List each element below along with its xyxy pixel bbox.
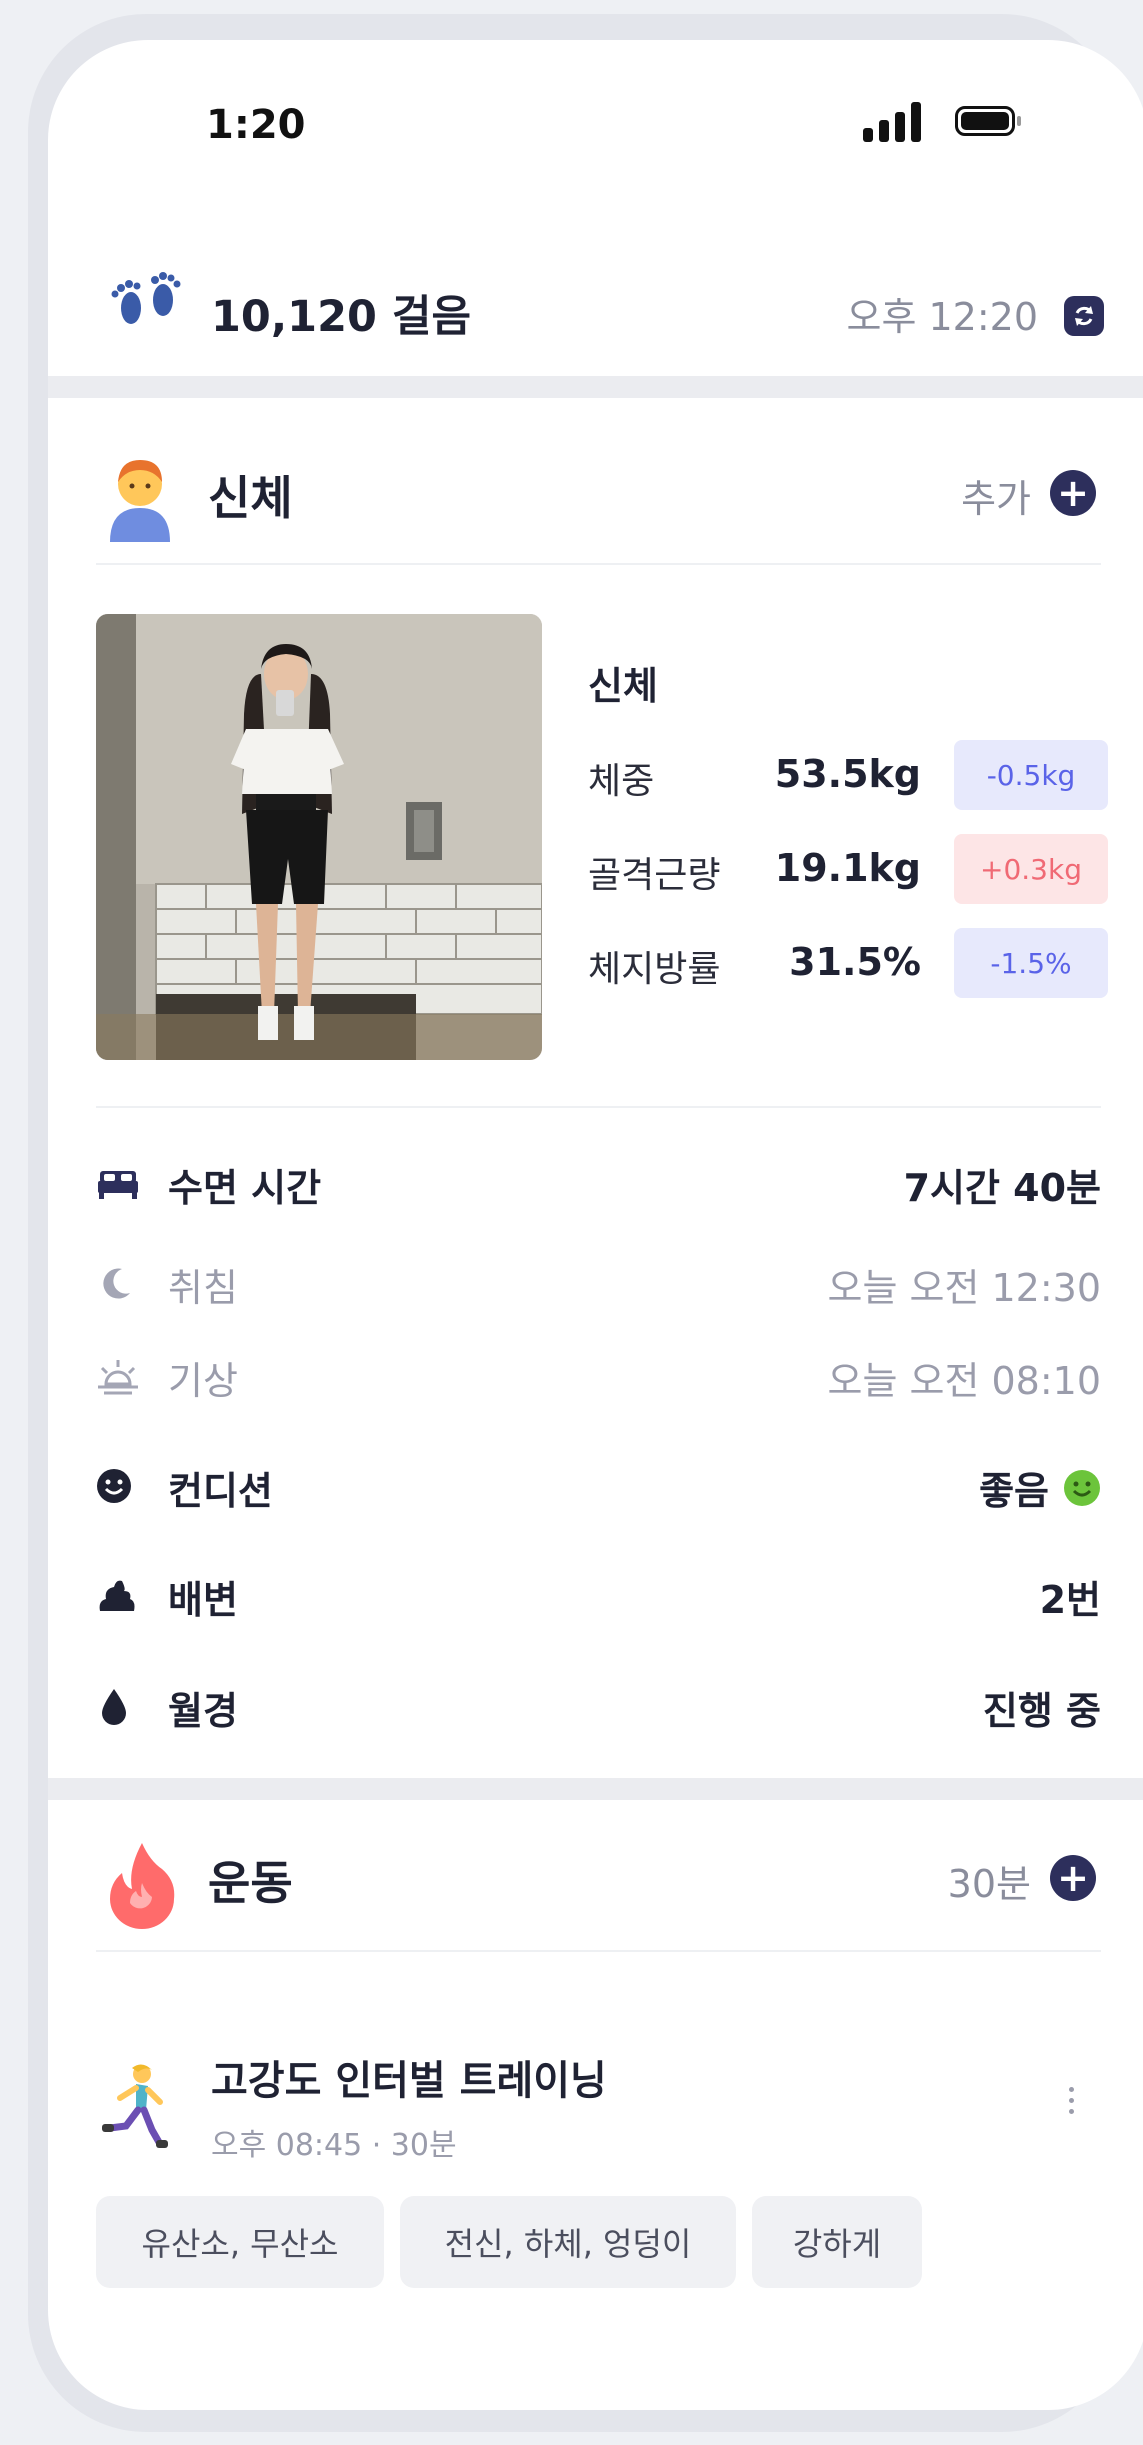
exercise-add-button[interactable]: + bbox=[1050, 1855, 1096, 1901]
moon-icon bbox=[103, 1268, 130, 1299]
poop-icon bbox=[99, 1580, 135, 1611]
more-options-button[interactable] bbox=[1056, 2070, 1086, 2130]
bedtime-value: 오늘 오전 12:30 bbox=[827, 1266, 1101, 1310]
bowel-value: 2번 bbox=[1039, 1578, 1101, 1622]
more-dot bbox=[1068, 2086, 1074, 2092]
bedtime-label: 취침 bbox=[168, 1266, 238, 1310]
phone-screen: 1:20 10,120 걸음 오후 12:20 신체 추가 + 신체 체중 53… bbox=[48, 40, 1143, 2410]
stat-change-badge: -1.5% bbox=[954, 928, 1108, 998]
stat-value: 53.5kg bbox=[774, 752, 921, 796]
sleep-row[interactable]: 수면 시간 7시간 40분 bbox=[96, 1153, 1101, 1213]
section-separator bbox=[48, 1778, 1143, 1800]
sleep-label: 수면 시간 bbox=[168, 1166, 322, 1210]
drop-icon bbox=[102, 1689, 126, 1725]
refresh-icon bbox=[1075, 306, 1093, 326]
more-dot bbox=[1068, 2108, 1074, 2114]
divider bbox=[96, 1106, 1101, 1108]
bowel-label: 배변 bbox=[168, 1578, 238, 1622]
stat-change-badge: -0.5kg bbox=[954, 740, 1108, 810]
exercise-tag: 유산소, 무산소 bbox=[96, 2196, 384, 2288]
bed-icon bbox=[98, 1171, 138, 1199]
stat-label: 골격근량 bbox=[588, 855, 721, 896]
body-add-label[interactable]: 추가 bbox=[961, 468, 1031, 523]
stat-value: 19.1kg bbox=[774, 846, 921, 890]
stat-value: 31.5% bbox=[789, 940, 921, 984]
condition-value-wrap: 좋음 bbox=[979, 1460, 1101, 1515]
body-stats: 신체 체중 53.5kg -0.5kg 골격근량 19.1kg +0.3kg 체… bbox=[588, 655, 1108, 1022]
stat-row-body-fat: 체지방률 31.5% -1.5% bbox=[588, 928, 1108, 998]
divider bbox=[96, 563, 1101, 565]
status-time: 1:20 bbox=[206, 102, 306, 148]
period-value: 진행 중 bbox=[982, 1689, 1101, 1733]
footprints-icon bbox=[111, 272, 181, 324]
sleep-duration: 7시간 40분 bbox=[903, 1166, 1101, 1210]
condition-value: 좋음 bbox=[979, 1469, 1049, 1513]
exercise-tag: 전신, 하체, 엉덩이 bbox=[400, 2196, 736, 2288]
exercise-tag: 강하게 bbox=[752, 2196, 922, 2288]
plus-icon: + bbox=[1057, 1856, 1089, 1900]
steps-count: 10,120 걸음 bbox=[211, 292, 472, 342]
wake-row: 기상 오늘 오전 08:10 bbox=[96, 1346, 1101, 1406]
smiley-icon bbox=[97, 1469, 131, 1503]
runner-icon bbox=[102, 2064, 168, 2148]
bedtime-row: 취침 오늘 오전 12:30 bbox=[96, 1253, 1101, 1313]
divider bbox=[96, 1950, 1101, 1952]
battery-cap bbox=[1017, 116, 1021, 126]
bowel-row[interactable]: 배변 2번 bbox=[96, 1565, 1101, 1625]
period-row[interactable]: 월경 진행 중 bbox=[96, 1676, 1101, 1736]
stat-label: 체중 bbox=[588, 761, 655, 802]
exercise-total: 30분 bbox=[947, 1862, 1031, 1906]
wake-label: 기상 bbox=[168, 1359, 238, 1403]
refresh-button[interactable] bbox=[1064, 296, 1104, 336]
sunrise-icon bbox=[98, 1360, 138, 1395]
plus-icon: + bbox=[1057, 471, 1089, 515]
stat-label: 체지방률 bbox=[588, 949, 721, 990]
status-bar: 1:20 bbox=[48, 40, 1143, 230]
stat-row-muscle: 골격근량 19.1kg +0.3kg bbox=[588, 834, 1108, 904]
wake-value: 오늘 오전 08:10 bbox=[827, 1359, 1101, 1403]
exercise-card-header: 운동 30분 + bbox=[96, 1815, 1096, 1935]
stat-row-weight: 체중 53.5kg -0.5kg bbox=[588, 740, 1108, 810]
fire-icon bbox=[110, 1843, 175, 1929]
body-add-button[interactable]: + bbox=[1050, 470, 1096, 516]
happy-face-icon bbox=[1064, 1469, 1100, 1506]
stat-change-badge: +0.3kg bbox=[954, 834, 1108, 904]
exercise-name[interactable]: 고강도 인터벌 트레이닝 bbox=[211, 2048, 607, 2106]
exercise-card-title: 운동 bbox=[208, 1856, 293, 1910]
condition-row[interactable]: 컨디션 좋음 bbox=[96, 1456, 1101, 1516]
exercise-meta: 오후 08:45 · 30분 bbox=[211, 2128, 457, 2163]
more-dot bbox=[1068, 2097, 1074, 2103]
signal-icon bbox=[863, 102, 933, 142]
body-photo[interactable] bbox=[96, 614, 542, 1060]
body-card-header: 신체 추가 + bbox=[96, 430, 1096, 550]
person-icon bbox=[110, 460, 170, 542]
battery-icon bbox=[955, 106, 1015, 136]
period-label: 월경 bbox=[168, 1689, 238, 1733]
steps-updated-time: 오후 12:20 bbox=[846, 295, 1038, 339]
condition-label: 컨디션 bbox=[168, 1469, 273, 1513]
section-separator bbox=[48, 376, 1143, 398]
body-stats-title: 신체 bbox=[588, 664, 658, 708]
body-card-title: 신체 bbox=[208, 471, 293, 525]
